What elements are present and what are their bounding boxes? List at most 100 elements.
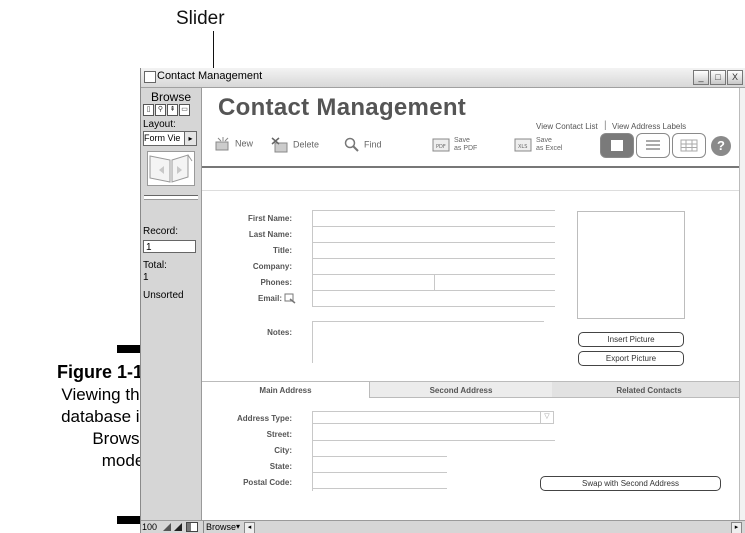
layout-label: Layout: xyxy=(143,119,176,130)
email-field-bottom xyxy=(312,306,555,307)
delete-record-icon xyxy=(271,137,288,153)
app-icon xyxy=(144,71,156,83)
zoom-in-icon[interactable] xyxy=(173,522,183,532)
insert-picture-button[interactable]: Insert Picture xyxy=(578,332,684,347)
title-bar[interactable]: Contact Management _ □ X xyxy=(141,68,745,88)
state-field[interactable] xyxy=(312,472,447,473)
save-as-pdf-button[interactable]: PDF Save as PDF xyxy=(432,137,477,157)
address-type-dropdown[interactable] xyxy=(312,411,554,424)
chevron-down-icon[interactable]: ▽ xyxy=(540,411,553,423)
form-view-button[interactable] xyxy=(600,133,634,158)
page-title: Contact Management xyxy=(218,94,467,121)
layout-icon[interactable]: ⇞ xyxy=(167,104,178,116)
notes-label: Notes: xyxy=(267,328,292,337)
book-icon[interactable] xyxy=(147,151,195,186)
record-number-input[interactable]: 1 xyxy=(143,240,196,253)
zoom-level[interactable]: 100 xyxy=(142,522,157,532)
caption-line: Viewing the xyxy=(61,385,149,404)
first-name-label: First Name: xyxy=(247,214,292,223)
tab-underline xyxy=(370,397,745,398)
find-icon[interactable]: ⚲ xyxy=(155,104,166,116)
street-field[interactable] xyxy=(312,440,555,441)
table-view-button[interactable] xyxy=(672,133,706,158)
chevron-down-icon[interactable]: ▾ xyxy=(236,521,240,533)
tab-main-address[interactable]: Main Address xyxy=(202,381,370,398)
pdf-icon: PDF xyxy=(432,138,450,152)
list-view-button[interactable] xyxy=(636,133,670,158)
postal-code-field[interactable] xyxy=(312,488,447,489)
export-picture-button[interactable]: Export Picture xyxy=(578,351,684,366)
caption-line: database in xyxy=(61,407,149,426)
save-pdf-line1: Save xyxy=(454,137,470,144)
window-title: Contact Management xyxy=(157,70,263,82)
status-area: Browse ▯ ⚲ ⇞ ▭ Layout: Form Vie ▸ Record… xyxy=(141,88,202,520)
company-label: Company: xyxy=(252,262,292,271)
swap-address-button[interactable]: Swap with Second Address xyxy=(540,476,721,491)
layout-value: Form Vie xyxy=(144,133,181,143)
find-label: Find xyxy=(364,139,382,150)
notes-field[interactable] xyxy=(312,321,544,363)
email-field[interactable] xyxy=(312,290,555,291)
tab-related-contacts[interactable]: Related Contacts xyxy=(552,381,745,398)
postal-code-label: Postal Code: xyxy=(243,478,292,487)
link-separator: | xyxy=(604,120,607,131)
table-view-icon xyxy=(680,139,698,152)
record-label: Record: xyxy=(143,226,179,237)
list-view-icon xyxy=(646,140,660,150)
layout-content: Contact Management View Contact List | V… xyxy=(202,88,745,520)
view-address-labels-link[interactable]: View Address Labels xyxy=(612,122,686,131)
save-excel-line1: Save xyxy=(536,137,552,144)
preview-icon[interactable]: ▭ xyxy=(179,104,190,116)
email-icon[interactable] xyxy=(284,293,296,304)
state-label: State: xyxy=(269,462,292,471)
scroll-left-icon[interactable]: ◂ xyxy=(244,522,255,533)
excel-icon: XLS xyxy=(514,138,532,152)
browse-icon[interactable]: ▯ xyxy=(143,104,154,116)
last-name-label: Last Name: xyxy=(248,230,292,239)
caption-line: mode. xyxy=(101,451,149,470)
save-excel-line2: as Excel xyxy=(536,145,563,152)
save-as-excel-button[interactable]: XLS Save as Excel xyxy=(514,137,562,157)
first-name-field[interactable] xyxy=(312,210,555,211)
phones-divider xyxy=(434,274,435,290)
title-label: Title: xyxy=(273,246,292,255)
email-label: Email: xyxy=(257,294,282,303)
new-label: New xyxy=(235,138,254,149)
form-view-icon xyxy=(611,140,623,151)
title-field[interactable] xyxy=(312,242,555,243)
record-slider[interactable] xyxy=(144,195,198,200)
mode-select[interactable]: Browse xyxy=(203,521,240,533)
scroll-right-icon[interactable]: ▸ xyxy=(731,522,742,533)
new-button[interactable]: New xyxy=(215,137,253,157)
bottom-bar: 100 Browse ▾ ◂ ▸ xyxy=(141,520,745,533)
slider-callout-label: Slider xyxy=(176,8,225,29)
layout-select[interactable]: Form Vie ▸ xyxy=(143,131,197,146)
header-divider xyxy=(202,166,745,168)
delete-label: Delete xyxy=(293,139,320,150)
find-button[interactable]: Find xyxy=(344,137,382,157)
caption-line: Browse xyxy=(92,429,149,448)
toggle-status-icon[interactable] xyxy=(186,522,198,532)
book-graphic xyxy=(149,154,193,183)
total-label: Total: xyxy=(143,260,167,271)
close-button[interactable]: X xyxy=(727,70,743,85)
company-field[interactable] xyxy=(312,258,555,259)
tab-second-address[interactable]: Second Address xyxy=(370,381,552,398)
app-window: Contact Management _ □ X Browse ▯ ⚲ ⇞ ▭ … xyxy=(140,68,745,533)
header-bottom-rule xyxy=(202,190,745,191)
picture-container[interactable] xyxy=(577,211,685,319)
zoom-out-icon[interactable] xyxy=(162,522,172,532)
help-button[interactable]: ? xyxy=(711,136,731,156)
figure-caption: Viewing the database in Browse mode. xyxy=(19,384,149,472)
view-contact-list-link[interactable]: View Contact List xyxy=(536,122,598,131)
delete-button[interactable]: Delete xyxy=(271,137,319,157)
city-field[interactable] xyxy=(312,456,447,457)
minimize-button[interactable]: _ xyxy=(693,70,709,85)
vertical-scrollbar[interactable] xyxy=(739,88,745,520)
mode-label: Browse xyxy=(150,90,191,104)
save-pdf-line2: as PDF xyxy=(454,145,478,152)
maximize-button[interactable]: □ xyxy=(710,70,726,85)
street-label: Street: xyxy=(266,430,292,439)
last-name-field[interactable] xyxy=(312,226,555,227)
city-label: City: xyxy=(274,446,292,455)
